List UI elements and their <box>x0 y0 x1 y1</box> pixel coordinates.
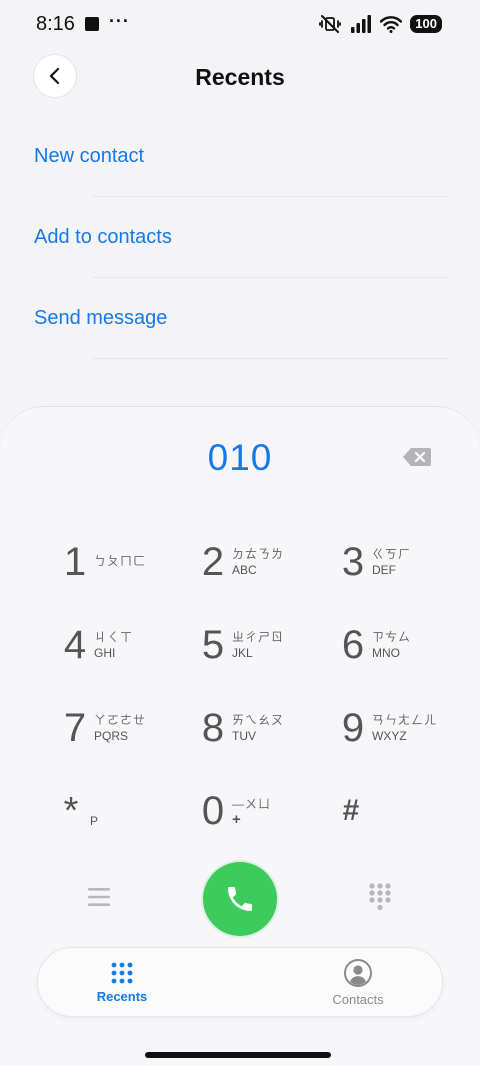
key-letters: JKL <box>232 646 253 660</box>
key-letters: ABC <box>232 563 257 577</box>
status-time: 8:16 <box>36 12 75 35</box>
dial-controls <box>0 862 480 938</box>
backspace-icon <box>403 448 431 466</box>
key-letters: + <box>232 810 241 828</box>
key-zhuyin: ㄗㄘㄙ <box>372 630 412 644</box>
key-0[interactable]: 0 —ㄨㄩ + <box>200 776 340 846</box>
key-hash[interactable]: # <box>338 776 478 846</box>
action-label: Send message <box>34 307 168 329</box>
key-zhuyin: ㄞㄟㄠㄡ <box>232 713 285 727</box>
key-8[interactable]: 8 ㄞㄟㄠㄡ TUV <box>200 693 340 763</box>
key-letters: MNO <box>372 646 400 660</box>
status-bar: 8:16 ··· 100 <box>0 0 480 48</box>
signal-icon <box>351 15 372 33</box>
battery-icon: 100 <box>410 15 442 33</box>
vibrate-mute-icon <box>319 15 342 33</box>
key-digit: 8 <box>201 705 225 750</box>
key-digit: * <box>63 789 79 832</box>
key-sub: —ㄨㄩ + <box>232 796 272 828</box>
dial-panel: 010 1 ㄅㄆㄇㄈ 2 ㄉㄊㄋㄌ ABC 3 ㄍㄎㄏ DEF 4 ㄐㄑㄒ GH… <box>0 406 480 1066</box>
add-to-contacts-action[interactable]: Add to contacts <box>0 197 480 278</box>
key-1[interactable]: 1 ㄅㄆㄇㄈ <box>62 527 202 597</box>
key-digit: 9 <box>341 705 365 750</box>
key-sub: ㄓㄔㄕㄖ JKL <box>232 630 284 660</box>
key-2[interactable]: 2 ㄉㄊㄋㄌ ABC <box>200 527 340 597</box>
key-sub: P <box>90 812 98 828</box>
tab-label: Recents <box>96 989 148 1004</box>
key-9[interactable]: 9 ㄢㄣㄤㄥㄦ WXYZ <box>340 693 480 763</box>
divider <box>93 358 450 359</box>
wifi-icon <box>380 16 403 33</box>
action-label: New contact <box>34 145 145 167</box>
home-indicator[interactable] <box>145 1052 331 1058</box>
key-7[interactable]: 7 ㄚㄛㄜㄝ PQRS <box>62 693 202 763</box>
key-zhuyin: ㄓㄔㄕㄖ <box>232 630 285 644</box>
person-circle-icon <box>344 959 372 987</box>
key-letters: GHI <box>94 646 116 660</box>
key-5[interactable]: 5 ㄓㄔㄕㄖ JKL <box>200 610 340 680</box>
dialpad-icon <box>369 883 391 911</box>
key-digit: 3 <box>341 539 365 584</box>
key-zhuyin: ㄍㄎㄏ <box>372 547 412 561</box>
key-digit: 6 <box>341 622 365 667</box>
key-digit: 0 <box>201 788 225 833</box>
hamburger-menu-icon <box>88 888 110 906</box>
keypad-grid-icon <box>111 962 133 984</box>
key-zhuyin: ㄅㄆㄇㄈ <box>94 554 147 568</box>
notification-square-icon <box>84 17 99 31</box>
key-6[interactable]: 6 ㄗㄘㄙ MNO <box>340 610 480 680</box>
action-label: Add to contacts <box>34 226 172 248</box>
header: Recents <box>0 54 480 100</box>
more-notifications-icon: ··· <box>108 11 130 31</box>
key-sub: ㄅㄆㄇㄈ <box>94 554 146 570</box>
new-contact-action[interactable]: New contact <box>0 116 480 197</box>
send-message-action[interactable]: Send message <box>0 278 480 359</box>
action-list: New contact Add to contacts Send message <box>0 116 480 359</box>
tab-recents[interactable]: Recents <box>42 948 202 1018</box>
tab-label: Contacts <box>332 992 384 1007</box>
page-title: Recents <box>195 64 285 90</box>
call-button[interactable] <box>203 862 277 936</box>
key-letters: P <box>90 814 99 828</box>
key-zhuyin: ㄐㄑㄒ <box>94 630 134 644</box>
key-sub: ㄢㄣㄤㄥㄦ WXYZ <box>372 713 437 743</box>
key-digit: # <box>342 794 360 827</box>
key-digit: 2 <box>201 539 225 584</box>
keypad-toggle-button[interactable] <box>368 882 392 912</box>
key-digit: 5 <box>201 622 225 667</box>
key-zhuyin: ㄚㄛㄜㄝ <box>94 713 147 727</box>
key-zhuyin: ㄉㄊㄋㄌ <box>232 547 285 561</box>
key-sub: ㄗㄘㄙ MNO <box>372 630 411 660</box>
key-4[interactable]: 4 ㄐㄑㄒ GHI <box>62 610 202 680</box>
tab-contacts[interactable]: Contacts <box>278 948 438 1018</box>
key-zhuyin: —ㄨㄩ <box>232 796 272 811</box>
status-right: 100 <box>318 14 442 34</box>
menu-button[interactable] <box>86 886 112 908</box>
key-digit: 4 <box>63 622 87 667</box>
key-digit: 7 <box>63 705 87 750</box>
backspace-button[interactable] <box>402 447 432 467</box>
key-letters: DEF <box>372 563 396 577</box>
key-3[interactable]: 3 ㄍㄎㄏ DEF <box>340 527 480 597</box>
key-sub: ㄉㄊㄋㄌ ABC <box>232 547 284 577</box>
key-digit: 1 <box>63 539 87 584</box>
key-letters: TUV <box>232 729 256 743</box>
status-left: 8:16 ··· <box>36 11 130 36</box>
bottom-tab-bar: Recents Contacts <box>37 947 443 1017</box>
key-star[interactable]: * P <box>58 776 198 846</box>
key-sub: ㄍㄎㄏ DEF <box>372 547 411 577</box>
phone-icon <box>228 887 252 911</box>
key-zhuyin: ㄢㄣㄤㄥㄦ <box>372 713 438 727</box>
key-sub: ㄚㄛㄜㄝ PQRS <box>94 713 146 743</box>
key-sub: ㄞㄟㄠㄡ TUV <box>232 713 284 743</box>
key-letters: PQRS <box>94 729 129 743</box>
key-sub: ㄐㄑㄒ GHI <box>94 630 133 660</box>
key-letters: WXYZ <box>372 729 407 743</box>
